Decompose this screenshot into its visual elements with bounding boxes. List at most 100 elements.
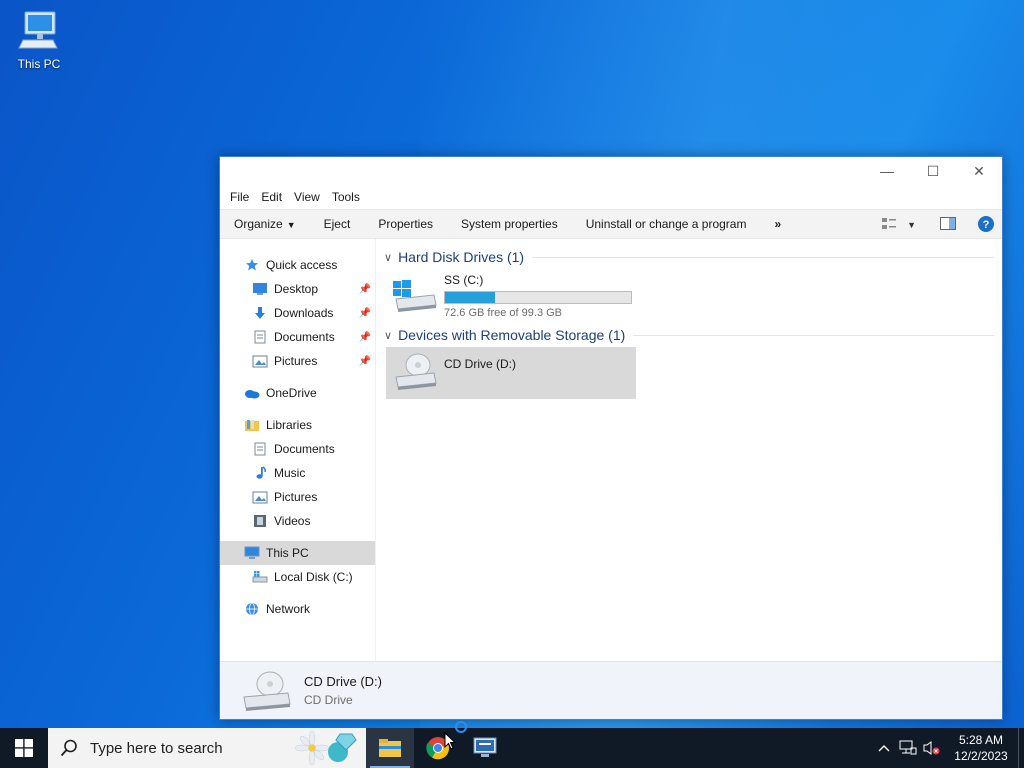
menu-file[interactable]: File xyxy=(224,190,255,204)
nav-label: OneDrive xyxy=(266,386,317,400)
system-tray: 5:28 AM 12/2/2023 xyxy=(872,728,1024,768)
network-icon xyxy=(244,601,260,617)
drive-free-space: 72.6 GB free of 99.3 GB xyxy=(444,307,563,319)
nav-libraries[interactable]: Libraries xyxy=(220,413,375,437)
group-header-removable-storage[interactable]: ∨ Devices with Removable Storage (1) xyxy=(384,323,994,347)
nav-lib-documents[interactable]: Documents xyxy=(220,437,375,461)
nav-label: Pictures xyxy=(274,354,318,368)
remote-desktop-icon xyxy=(473,737,497,757)
help-icon[interactable]: ? xyxy=(978,215,994,235)
group-title: Hard Disk Drives (1) xyxy=(398,249,525,265)
eject-button[interactable]: Eject xyxy=(310,217,365,231)
taskbar-clock[interactable]: 5:28 AM 12/2/2023 xyxy=(944,732,1018,764)
taskbar-file-explorer[interactable] xyxy=(366,728,414,768)
taskbar-search-box[interactable]: Type here to search xyxy=(48,728,366,768)
nav-quick-access[interactable]: Quick access xyxy=(220,253,375,277)
more-commands-button[interactable]: » xyxy=(760,217,795,231)
taskbar-remote-desktop[interactable] xyxy=(462,728,510,768)
command-bar: Organize ▼ Eject Properties System proper… xyxy=(220,209,1002,239)
desktop-folder-icon xyxy=(252,281,268,297)
nav-documents[interactable]: Documents 📌 xyxy=(220,325,375,349)
group-header-hard-disk-drives[interactable]: ∨ Hard Disk Drives (1) xyxy=(384,245,994,269)
nav-label: Pictures xyxy=(274,490,318,504)
nav-this-pc[interactable]: This PC xyxy=(220,541,375,565)
nav-label: Quick access xyxy=(266,258,338,272)
cloud-icon xyxy=(244,385,260,401)
taskbar: Type here to search 5:28 AM 12/2/2023 xyxy=(0,721,1024,768)
drive-item-c[interactable]: SS (C:) 72.6 GB free of 99.3 GB xyxy=(386,269,994,319)
chevron-down-icon: ∨ xyxy=(384,329,393,342)
taskbar-chrome[interactable] xyxy=(414,721,467,768)
view-options-chevron-down-icon[interactable]: ▼ xyxy=(907,220,916,230)
drive-item-d[interactable]: CD Drive (D:) xyxy=(386,347,636,399)
nav-label: Music xyxy=(274,466,306,480)
nav-label: This PC xyxy=(266,546,309,560)
desktop-icon-label: This PC xyxy=(17,57,61,71)
nav-label: Network xyxy=(266,602,311,616)
nav-desktop[interactable]: Desktop 📌 xyxy=(220,277,375,301)
search-highlight-icon[interactable] xyxy=(294,730,364,766)
nav-pictures[interactable]: Pictures 📌 xyxy=(220,349,375,373)
folder-icon xyxy=(379,739,401,757)
picture-icon xyxy=(252,489,268,505)
nav-lib-music[interactable]: Music xyxy=(220,461,375,485)
computer-icon xyxy=(18,11,58,49)
pin-icon: 📌 xyxy=(358,331,371,343)
drive-name: CD Drive (D:) xyxy=(444,357,516,371)
cd-drive-icon xyxy=(395,353,437,390)
nav-label: Videos xyxy=(274,514,311,528)
search-placeholder: Type here to search xyxy=(90,739,223,757)
download-arrow-icon xyxy=(252,305,268,321)
svg-text:?: ? xyxy=(983,219,990,231)
pin-icon: 📌 xyxy=(358,355,371,367)
title-bar[interactable]: — ☐ ✕ xyxy=(220,157,1002,185)
menu-edit[interactable]: Edit xyxy=(255,190,288,204)
pin-icon: 📌 xyxy=(358,307,371,319)
change-view-icon[interactable] xyxy=(881,217,897,234)
nav-network[interactable]: Network xyxy=(220,597,375,621)
properties-button[interactable]: Properties xyxy=(364,217,447,231)
start-button[interactable] xyxy=(0,728,48,768)
menu-tools[interactable]: Tools xyxy=(326,190,366,204)
desktop-icon-this-pc[interactable]: This PC xyxy=(10,8,68,71)
clock-time: 5:28 AM xyxy=(958,733,1004,747)
nav-local-disk[interactable]: Local Disk (C:) xyxy=(220,565,375,589)
network-status-icon[interactable] xyxy=(896,728,920,768)
search-icon xyxy=(60,739,77,757)
uninstall-program-button[interactable]: Uninstall or change a program xyxy=(572,217,761,231)
nav-onedrive[interactable]: OneDrive xyxy=(220,381,375,405)
chevron-down-icon: ∨ xyxy=(384,251,393,264)
organize-label: Organize xyxy=(234,217,283,231)
system-properties-button[interactable]: System properties xyxy=(447,217,572,231)
details-pane: CD Drive (D:) CD Drive xyxy=(220,661,1002,719)
nav-downloads[interactable]: Downloads 📌 xyxy=(220,301,375,325)
computer-icon xyxy=(244,545,260,561)
show-hidden-icons-chevron-up-icon[interactable] xyxy=(872,728,896,768)
picture-icon xyxy=(252,353,268,369)
organize-button[interactable]: Organize ▼ xyxy=(220,217,310,231)
nav-label: Desktop xyxy=(274,282,319,296)
content-pane: ∨ Hard Disk Drives (1) SS (C:) 72.6 GB f… xyxy=(376,239,1002,661)
volume-muted-icon[interactable] xyxy=(920,728,944,768)
drive-usage-bar xyxy=(444,291,632,304)
maximize-button[interactable]: ☐ xyxy=(910,157,956,185)
nav-label: Local Disk (C:) xyxy=(274,570,353,584)
document-icon xyxy=(252,329,268,345)
nav-lib-videos[interactable]: Videos xyxy=(220,509,375,533)
drive-usage-fill xyxy=(445,292,496,303)
chevron-down-icon: ▼ xyxy=(286,220,296,230)
nav-label: Documents xyxy=(274,330,335,344)
show-desktop-button[interactable] xyxy=(1018,728,1024,768)
minimize-button[interactable]: — xyxy=(864,157,910,185)
file-explorer-window: — ☐ ✕ File Edit View Tools Organize ▼ Eje… xyxy=(219,156,1003,720)
details-item-type: CD Drive xyxy=(304,693,353,707)
cd-drive-icon xyxy=(243,671,291,711)
music-note-icon xyxy=(252,465,268,481)
close-button[interactable]: ✕ xyxy=(956,157,1002,185)
star-icon xyxy=(244,257,260,273)
nav-lib-pictures[interactable]: Pictures xyxy=(220,485,375,509)
nav-label: Documents xyxy=(274,442,335,456)
menu-view[interactable]: View xyxy=(288,190,326,204)
navigation-pane: Quick access Desktop 📌 Downloads 📌 Docum… xyxy=(220,239,376,661)
preview-pane-icon[interactable] xyxy=(940,217,956,233)
